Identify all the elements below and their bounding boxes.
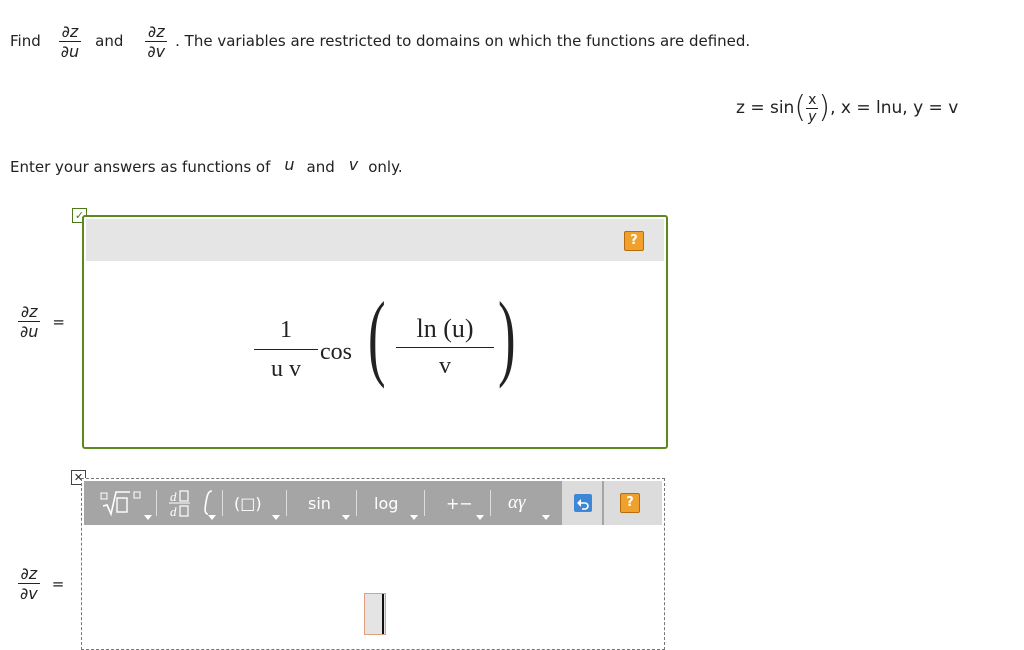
dz-dv-fraction: ∂z ∂v [145,21,168,61]
instruction: Enter your answers as functions of u and… [10,154,403,177]
and-label: and [95,32,124,50]
chevron-down-icon[interactable] [476,515,484,520]
big-paren-left: ( [794,90,807,125]
answer1-expression: 1 u v cos ( ln (u) v ) [254,282,654,405]
chevron-down-icon[interactable] [272,515,280,520]
answer1-lhs: ∂z ∂u = [18,302,65,341]
coef-fraction: 1 u v [254,315,318,384]
paren-left: ( [368,282,386,389]
help-icon[interactable]: ? [620,493,640,513]
chevron-down-icon[interactable] [144,515,152,520]
answer1-box[interactable]: ? 1 u v cos ( ln (u) v ) [82,215,668,449]
dz-du-fraction: ∂z ∂u [58,21,82,61]
math-toolbar: d d (□) sin log +− αγ ? [84,481,662,525]
answer2-lhs: ∂z ∂v = [18,564,65,603]
find-label: Find [10,32,41,50]
greek-button[interactable]: αγ [508,481,525,525]
inner-fraction: ln (u) v [396,313,494,382]
answer1-header [86,219,664,261]
paren-right: ) [498,282,516,389]
undo-icon[interactable] [562,481,602,525]
derivative-icon[interactable]: d d [168,481,228,525]
chevron-down-icon[interactable] [410,515,418,520]
sin-button[interactable]: sin [308,481,331,525]
log-button[interactable]: log [374,481,398,525]
svg-text:d: d [170,489,177,504]
svg-text:d: d [170,504,177,518]
chevron-down-icon[interactable] [208,515,216,520]
help-icon[interactable]: ? [624,231,644,251]
big-paren-right: ) [818,90,831,125]
plus-minus-button[interactable]: +− [446,481,473,525]
help-button-area: ? [604,481,662,525]
chevron-down-icon[interactable] [342,515,350,520]
question: Find ∂z ∂u and ∂z ∂v . The variables are… [10,17,750,65]
cos-label: cos [320,339,352,365]
given-equation: z = sin ( x y ) , x = lnu, y = v [736,90,959,125]
parentheses-button[interactable]: (□) [234,481,262,525]
answer2-box[interactable]: d d (□) sin log +− αγ ? [81,478,665,650]
x-over-y-fraction: x y [806,91,819,125]
text-cursor [382,594,384,634]
question-text: . The variables are restricted to domain… [175,32,751,50]
answer2-input[interactable] [364,593,386,635]
chevron-down-icon[interactable] [542,515,550,520]
